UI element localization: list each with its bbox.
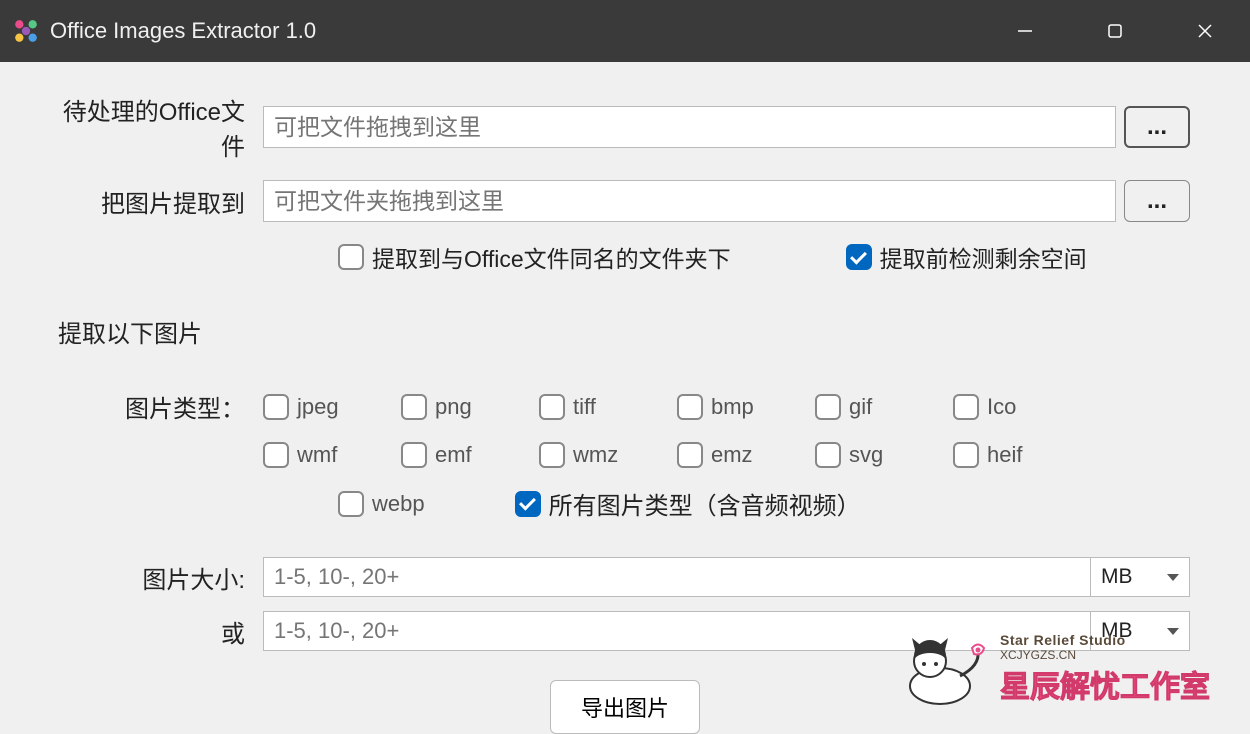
type-wmz[interactable]: wmz bbox=[539, 442, 677, 468]
all-types-checkbox[interactable] bbox=[515, 491, 541, 517]
check-space-label: 提取前检测剩余空间 bbox=[880, 240, 1087, 274]
cat-icon bbox=[890, 626, 990, 706]
image-size-label: 图片大小: bbox=[48, 560, 263, 595]
input-file-label: 待处理的Office文件 bbox=[48, 92, 263, 162]
close-button[interactable] bbox=[1160, 0, 1250, 62]
size-row-1: 图片大小: MB bbox=[48, 557, 1190, 597]
size-unit-select-1[interactable]: MB bbox=[1090, 557, 1190, 597]
watermark-en: Star Relief Studio bbox=[1000, 632, 1210, 648]
output-dir-field[interactable] bbox=[263, 180, 1116, 222]
app-icon bbox=[8, 13, 44, 49]
type-png[interactable]: png bbox=[401, 394, 539, 420]
input-file-row: 待处理的Office文件 ... bbox=[48, 92, 1190, 162]
all-types-row: webp 所有图片类型（含音频视频） bbox=[48, 486, 1190, 521]
image-type-grid: 图片类型： jpeg png tiff bmp gif Ico wmf emf … bbox=[48, 389, 1190, 468]
type-emf[interactable]: emf bbox=[401, 442, 539, 468]
maximize-icon bbox=[1106, 22, 1124, 40]
chevron-down-icon bbox=[1167, 574, 1179, 581]
same-name-folder-label: 提取到与Office文件同名的文件夹下 bbox=[372, 240, 731, 274]
options-row: 提取到与Office文件同名的文件夹下 提取前检测剩余空间 bbox=[48, 240, 1190, 274]
titlebar: Office Images Extractor 1.0 bbox=[0, 0, 1250, 62]
type-bmp[interactable]: bmp bbox=[677, 394, 815, 420]
window-controls bbox=[980, 0, 1250, 62]
or-label: 或 bbox=[48, 614, 263, 649]
check-space-checkbox[interactable] bbox=[846, 244, 872, 270]
input-file-field[interactable] bbox=[263, 106, 1116, 148]
type-svg[interactable]: svg bbox=[815, 442, 953, 468]
browse-input-button[interactable]: ... bbox=[1124, 106, 1190, 148]
type-jpeg[interactable]: jpeg bbox=[263, 394, 401, 420]
type-wmf[interactable]: wmf bbox=[263, 442, 401, 468]
image-type-label: 图片类型： bbox=[48, 389, 263, 424]
type-heif[interactable]: heif bbox=[953, 442, 1091, 468]
minimize-button[interactable] bbox=[980, 0, 1070, 62]
main-content: 待处理的Office文件 ... 把图片提取到 ... 提取到与Office文件… bbox=[0, 62, 1250, 651]
type-gif[interactable]: gif bbox=[815, 394, 953, 420]
check-space-option[interactable]: 提取前检测剩余空间 bbox=[846, 240, 1087, 274]
export-button[interactable]: 导出图片 bbox=[550, 680, 700, 734]
watermark-cn: 星辰解忧工作室 bbox=[1000, 662, 1210, 706]
close-icon bbox=[1196, 22, 1214, 40]
window-title: Office Images Extractor 1.0 bbox=[50, 18, 316, 44]
all-types-option[interactable]: 所有图片类型（含音频视频） bbox=[515, 486, 861, 521]
watermark-url: XCJYGZS.CN bbox=[1000, 648, 1210, 662]
type-ico[interactable]: Ico bbox=[953, 394, 1091, 420]
minimize-icon bbox=[1016, 22, 1034, 40]
maximize-button[interactable] bbox=[1070, 0, 1160, 62]
browse-output-button[interactable]: ... bbox=[1124, 180, 1190, 222]
all-types-label: 所有图片类型（含音频视频） bbox=[549, 486, 861, 521]
type-tiff[interactable]: tiff bbox=[539, 394, 677, 420]
same-name-folder-checkbox[interactable] bbox=[338, 244, 364, 270]
same-name-folder-option[interactable]: 提取到与Office文件同名的文件夹下 bbox=[338, 240, 731, 274]
output-dir-label: 把图片提取到 bbox=[48, 184, 263, 219]
watermark: Star Relief Studio XCJYGZS.CN 星辰解忧工作室 bbox=[890, 626, 1210, 706]
type-webp[interactable]: webp bbox=[338, 491, 425, 517]
output-dir-row: 把图片提取到 ... bbox=[48, 180, 1190, 222]
size-input-1[interactable] bbox=[263, 557, 1091, 597]
extract-section-title: 提取以下图片 bbox=[58, 314, 1190, 349]
type-emz[interactable]: emz bbox=[677, 442, 815, 468]
